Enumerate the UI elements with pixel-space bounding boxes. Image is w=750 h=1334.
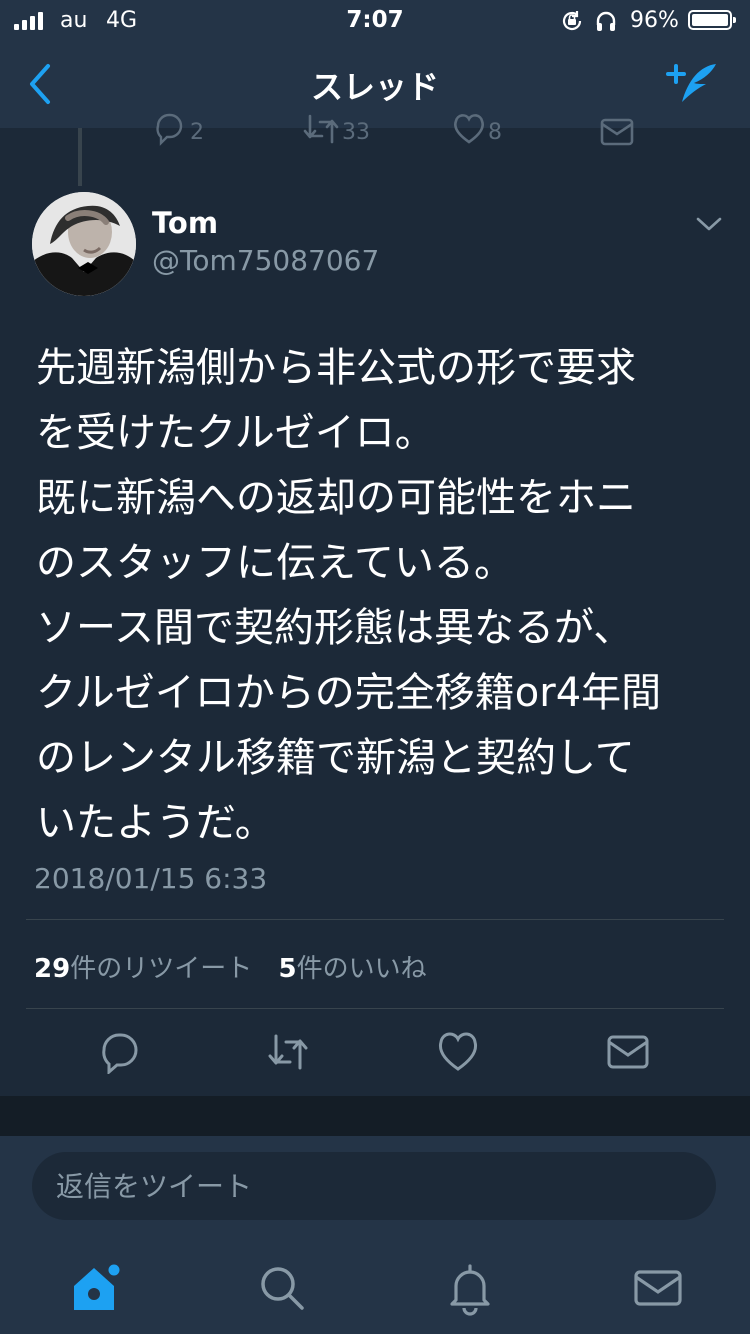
nav-bar xyxy=(0,0,750,128)
likes-stat[interactable]: 5件のいいね xyxy=(278,954,426,984)
share-icon[interactable] xyxy=(606,1030,650,1074)
notifications-icon[interactable] xyxy=(442,1260,498,1316)
section-gap xyxy=(0,1096,750,1136)
thread-connector-line xyxy=(78,128,82,186)
author-photo xyxy=(32,192,136,296)
avatar[interactable] xyxy=(32,192,136,296)
retweets-stat[interactable]: 29件のリツイート xyxy=(34,954,252,984)
divider xyxy=(26,1008,724,1009)
tweet-timestamp: 2018/01/15 6:33 xyxy=(34,862,268,895)
like-count: 5 xyxy=(278,954,297,984)
reply-icon[interactable] xyxy=(98,1030,142,1074)
engagement-stats: 29件のリツイート 5件のいいね xyxy=(34,948,427,985)
retweet-label: 件のリツイート xyxy=(70,954,253,984)
retweet-count: 29 xyxy=(34,954,71,984)
search-icon[interactable] xyxy=(254,1260,310,1316)
retweet-icon[interactable] xyxy=(266,1030,310,1074)
like-icon[interactable] xyxy=(436,1030,480,1074)
chevron-down-icon[interactable] xyxy=(694,214,724,234)
reply-input[interactable] xyxy=(32,1152,716,1220)
tweet-text: 先週新潟側から非公式の形で要求 を受けたクルゼイロ。 既に新潟への返却の可能性を… xyxy=(36,345,662,846)
author-handle[interactable]: @Tom75087067 xyxy=(152,244,379,277)
author-name[interactable]: Tom xyxy=(152,206,218,240)
like-label: 件のいいね xyxy=(296,954,427,984)
divider xyxy=(26,919,724,920)
messages-icon[interactable] xyxy=(630,1260,686,1316)
home-icon[interactable] xyxy=(68,1260,124,1316)
